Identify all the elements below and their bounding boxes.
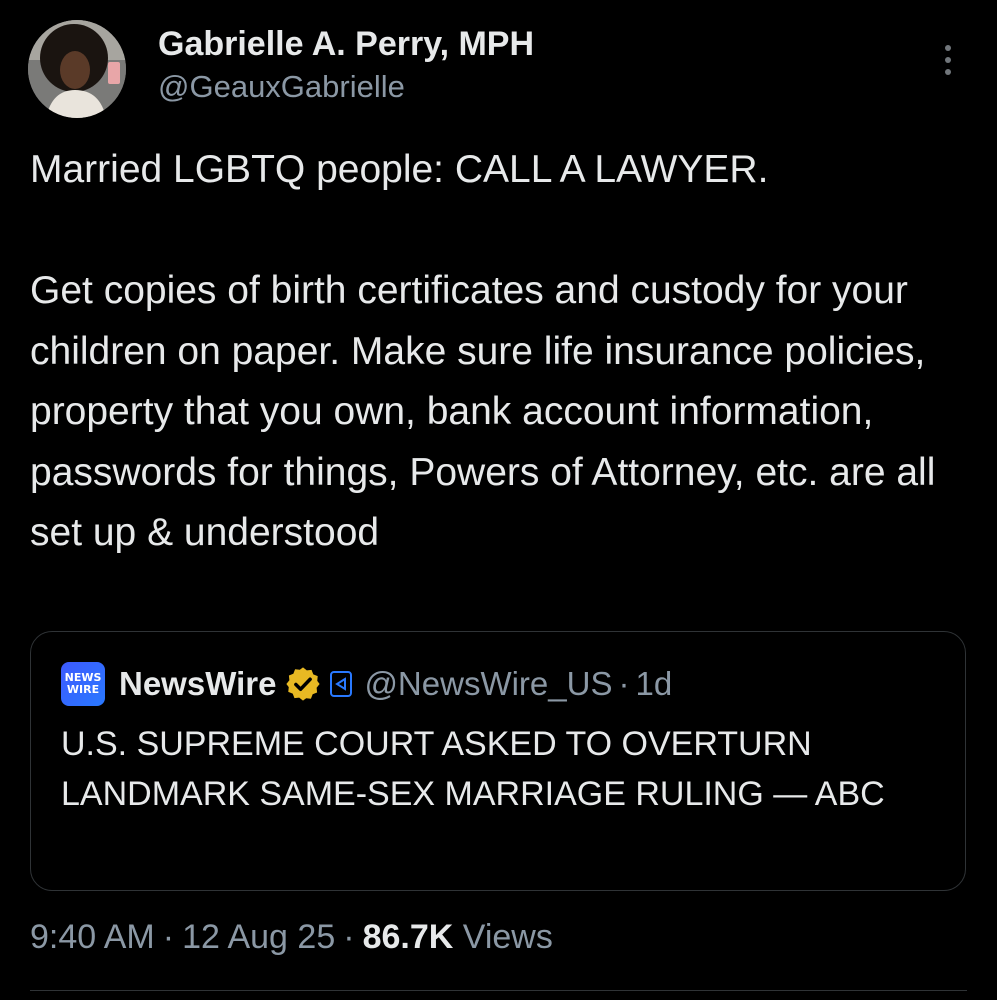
avatar[interactable] [28,20,126,118]
separator-dot: · [618,665,630,702]
affiliate-badge-icon[interactable] [330,671,353,697]
verified-badge-icon[interactable] [284,665,322,703]
tweet-time[interactable]: 9:40 AM [30,918,155,956]
newswire-logo-icon[interactable]: NEWS WIRE [61,662,105,706]
author-block: Gabrielle A. Perry, MPH @GeauxGabrielle [158,22,534,108]
logo-text-line-2: WIRE [66,683,100,696]
separator-dot: · [162,918,175,956]
separator-dot: · [343,918,355,956]
quoted-tweet-header: NEWS WIRE NewsWire @NewsWire_US · 1d [61,659,672,709]
more-dot [945,57,951,63]
quoted-tweet-text: U.S. SUPREME COURT ASKED TO OVERTURN LAN… [61,725,885,813]
more-dot [945,69,951,75]
more-options-icon[interactable] [928,40,968,80]
tweet-date[interactable]: 12 Aug 25 [182,918,335,956]
divider [30,990,967,991]
views-label: Views [462,918,553,956]
quoted-author-handle[interactable]: @NewsWire_US [364,665,612,703]
quoted-author-name[interactable]: NewsWire [119,665,276,703]
tweet-text: Married LGBTQ people: CALL A LAWYER. Get… [30,148,936,554]
profile-photo-icon [28,20,126,118]
author-display-name[interactable]: Gabrielle A. Perry, MPH [158,22,534,66]
author-handle[interactable]: @GeauxGabrielle [158,66,534,108]
more-dot [945,45,951,51]
quoted-tweet[interactable]: NEWS WIRE NewsWire @NewsWire_US · 1d U.S… [30,631,966,891]
tweet-metadata: 9:40 AM · 12 Aug 25 · 86.7K Views [30,912,553,962]
affiliate-arrow-icon [335,677,347,691]
quoted-tweet-time[interactable]: 1d [635,665,672,703]
views-count: 86.7K [362,918,454,956]
